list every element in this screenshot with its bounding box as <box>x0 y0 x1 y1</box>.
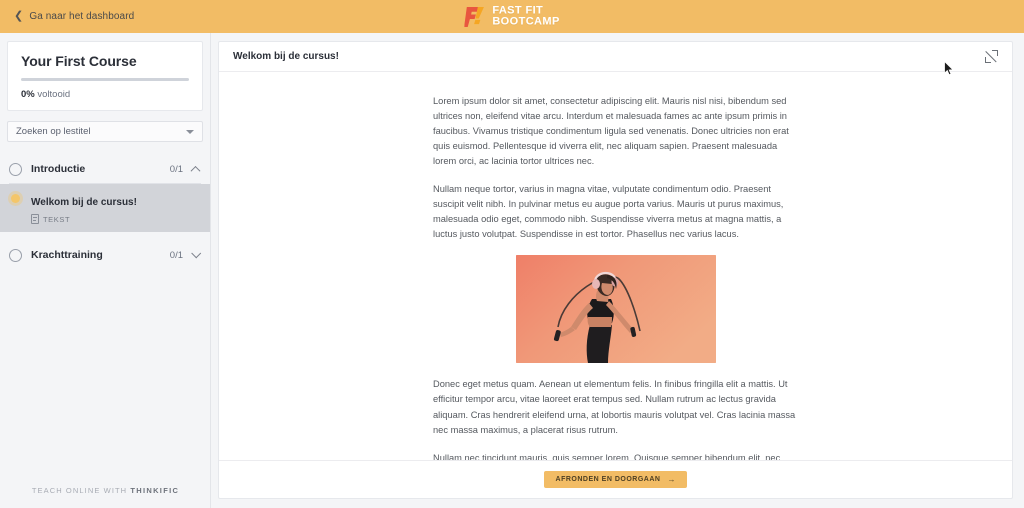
fast-fit-f-logo-icon <box>464 5 486 28</box>
top-bar: ❮ Ga naar het dashboard FAST FIT BOOTCAM… <box>0 0 1024 33</box>
course-progress-bar <box>21 78 189 81</box>
fullscreen-expand-icon[interactable] <box>985 50 998 63</box>
site-logo[interactable]: FAST FIT BOOTCAMP <box>464 5 559 28</box>
circle-outline-icon <box>9 248 22 262</box>
lesson-search-label: Zoeken op lestitel <box>16 126 91 137</box>
logo-line-2: BOOTCAMP <box>492 15 560 28</box>
section-count: 0/1 <box>169 249 183 261</box>
chevron-up-icon[interactable] <box>190 165 201 176</box>
current-dot-icon <box>9 192 22 203</box>
lesson-card-header: Welkom bij de cursus! <box>219 42 1012 72</box>
attribution-prefix: TEACH ONLINE WITH <box>31 486 131 495</box>
chevron-left-icon: ❮ <box>14 10 24 22</box>
table-of-contents: Introductie 0/1 Welkom bij de cursus! TE… <box>0 154 210 270</box>
attribution-brand: THINKIFIC <box>130 486 180 495</box>
arrow-right-icon: → <box>667 474 676 484</box>
lesson-content: Lorem ipsum dolor sit amet, consectetur … <box>219 72 1012 460</box>
chevron-down-icon <box>186 129 194 134</box>
lesson-paragraph: Donec eget metus quam. Aenean ut element… <box>433 379 796 435</box>
lesson-card: Welkom bij de cursus! Lorem ipsum dolor … <box>218 41 1013 499</box>
lesson-hero-image <box>515 255 716 364</box>
section-name: Introductie <box>31 163 86 175</box>
lesson-type: TEKST <box>31 214 199 224</box>
sidebar-lesson-welkom-bij-de-cursus[interactable]: Welkom bij de cursus! TEKST <box>0 184 210 232</box>
logo-wordmark: FAST FIT BOOTCAMP <box>492 4 560 28</box>
lesson-paragraph: Nullam neque tortor, varius in magna vit… <box>433 184 784 240</box>
back-to-dashboard-link[interactable]: ❮ Ga naar het dashboard <box>14 10 135 23</box>
chevron-down-icon[interactable] <box>191 247 202 258</box>
page-title: Welkom bij de cursus! <box>233 51 339 62</box>
logo-line-1: FAST FIT <box>492 4 544 17</box>
sidebar-section-introductie[interactable]: Introductie 0/1 <box>0 154 210 184</box>
lesson-name: Welkom bij de cursus! <box>31 197 137 208</box>
circle-outline-icon <box>9 162 22 176</box>
course-progress-label: 0% voltooid <box>21 89 189 100</box>
course-progress-card: Your First Course 0% voltooid <box>7 41 203 111</box>
document-icon <box>31 214 39 224</box>
course-player-page: ❮ Ga naar het dashboard FAST FIT BOOTCAM… <box>0 0 1024 508</box>
section-name: Krachttraining <box>31 249 103 261</box>
complete-and-continue-label: AFRONDEN EN DOORGAAN <box>555 476 661 483</box>
back-to-dashboard-label: Ga naar het dashboard <box>29 11 135 22</box>
lesson-type-label: TEKST <box>43 214 71 224</box>
lesson-search-select[interactable]: Zoeken op lestitel <box>7 121 203 142</box>
lesson-paragraph: Nullam nec tincidunt mauris, quis semper… <box>433 452 781 460</box>
sidebar-section-krachttraining[interactable]: Krachttraining 0/1 <box>0 240 210 270</box>
course-progress-suffix: voltooid <box>34 89 71 100</box>
thinkific-attribution: TEACH ONLINE WITH THINKIFIC <box>0 486 211 495</box>
lesson-main-area: Welkom bij de cursus! Lorem ipsum dolor … <box>211 33 1024 508</box>
lesson-card-footer: AFRONDEN EN DOORGAAN → <box>219 460 1012 498</box>
complete-and-continue-button[interactable]: AFRONDEN EN DOORGAAN → <box>543 471 688 488</box>
course-title: Your First Course <box>21 53 137 69</box>
section-count: 0/1 <box>169 163 183 175</box>
course-progress-value: 0% <box>21 89 35 100</box>
lesson-paragraph: Lorem ipsum dolor sit amet, consectetur … <box>433 96 789 167</box>
course-sidebar: Your First Course 0% voltooid Zoeken op … <box>0 33 211 508</box>
